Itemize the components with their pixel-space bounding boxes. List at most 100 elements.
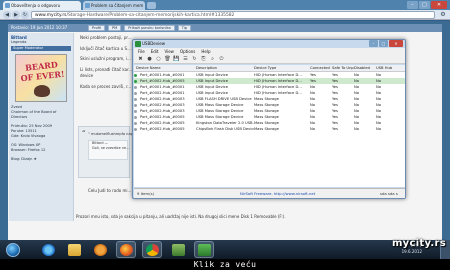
media-player-icon <box>93 243 107 256</box>
quote-block: “ “ mutomelflushmpfo napisa: Bittard — G… <box>78 126 139 178</box>
device-cell-connected: No <box>310 127 316 131</box>
column-header[interactable]: Connected <box>310 65 332 72</box>
nested-quote: Bittard — Goli, ne zvezdice ne... <box>88 140 129 160</box>
post-after-quote: Celu Judi to rado mi... <box>88 188 131 195</box>
post-bottom-text: Prozori mnu isto, sda je sakcija u pitan… <box>76 214 286 221</box>
desktop: Obaveštenja o odgovoru Problem sa čitanj… <box>0 0 450 240</box>
taskbar-usbdeview[interactable] <box>194 241 214 258</box>
device-disconnected-icon <box>134 97 137 101</box>
column-header[interactable]: USB Hub <box>376 65 402 72</box>
disconnect-icon[interactable]: ✖ <box>137 56 144 63</box>
device-row[interactable]: Port_#0002.Hub_#0005 ChipsBnk Flash Disk … <box>134 126 405 132</box>
taskbar-media-player[interactable] <box>90 241 110 258</box>
post-line: Kada se proces završi, r... <box>80 83 132 89</box>
item-count: 9 item(s) <box>137 191 155 196</box>
post-buttons: Profil PM Prikaži poruku korisnika Tip <box>88 25 192 31</box>
exit-icon[interactable]: ⏻ <box>218 56 225 63</box>
taskbar-chrome[interactable] <box>142 241 162 258</box>
device-list-header: Device Name Description Device Type Conn… <box>134 65 405 72</box>
user-blog-link[interactable]: Blog: Dizajn ★ <box>11 157 71 162</box>
close-button[interactable]: ✕ <box>431 1 447 9</box>
watermark: mycity.rs <box>391 238 446 249</box>
url-host: www.mycity.rs <box>35 13 67 18</box>
new-tab-button[interactable] <box>147 2 156 9</box>
profile-button[interactable]: Profil <box>88 25 105 31</box>
usbdeview-window-controls: – □ ✕ <box>369 40 403 47</box>
menu-file[interactable]: File <box>138 48 145 55</box>
minimize-button[interactable]: – <box>407 1 418 9</box>
browser-toolbar: ◀ ▶ ↻ www.mycity.rs/Storage-Hardware/Pro… <box>0 10 450 20</box>
device-connected-icon <box>134 73 137 77</box>
tab-label: Obaveštenja o odgovoru <box>11 3 61 8</box>
column-header[interactable]: Disabled <box>354 65 376 72</box>
pm-button[interactable]: PM <box>107 25 122 31</box>
forward-button[interactable]: ▶ <box>12 11 20 19</box>
enlarge-caption[interactable]: Klik za veću <box>0 259 450 270</box>
windows-orb-icon <box>6 242 20 257</box>
column-header[interactable]: Description <box>196 65 254 72</box>
post-line: Neki problem postoji, pr... <box>80 35 132 40</box>
disable-icon[interactable]: ○ <box>155 56 162 63</box>
close-button[interactable]: ✕ <box>389 40 403 47</box>
device-disconnected-icon <box>134 121 137 125</box>
tab-label: Problem sa čitanjem mem <box>91 3 144 8</box>
column-header[interactable]: Safe To Unplug <box>332 65 354 72</box>
device-disconnected-icon <box>134 115 137 119</box>
menu-options[interactable]: Options <box>180 48 195 55</box>
device-connected-icon <box>134 79 137 83</box>
usbdeview-icon <box>197 243 211 256</box>
avatar-text: BEARD OF EVER! <box>20 59 65 84</box>
taskbar-explorer[interactable] <box>64 241 84 258</box>
post-body: Neki problem postoji, pr... Isključi čit… <box>80 35 140 90</box>
show-posts-button[interactable]: Prikaži poruku korisnika <box>124 25 175 31</box>
post-line: Celu Judi to rado mi... <box>88 188 132 193</box>
device-cell-name: Port_#0002.Hub_#0005 <box>140 127 185 131</box>
post-date: Postavio: 19 Jun 2012 10:37 <box>11 25 68 30</box>
status-extra: sda sda s <box>380 191 398 196</box>
find-icon[interactable]: ⌕ <box>209 56 216 63</box>
menu-view[interactable]: View <box>164 48 174 55</box>
user-title-1: Legenda <box>11 40 27 44</box>
reload-button[interactable]: ↻ <box>21 11 29 19</box>
avatar: BEARD OF EVER! <box>15 54 67 102</box>
avatar-bird-icon <box>34 85 50 97</box>
properties-icon[interactable]: ☰ <box>182 56 189 63</box>
back-button[interactable]: ◀ <box>3 11 11 19</box>
enable-icon[interactable]: ● <box>146 56 153 63</box>
column-header[interactable]: Device Name <box>136 65 196 72</box>
menu-edit[interactable]: Edit <box>151 48 159 55</box>
menu-help[interactable]: Help <box>201 48 210 55</box>
internet-explorer-icon <box>41 243 55 256</box>
wrench-menu-icon[interactable]: ⚙ <box>439 11 447 19</box>
minimize-button[interactable]: – <box>369 40 378 47</box>
browser-tab-problem[interactable]: Problem sa čitanjem mem <box>83 1 145 10</box>
column-header[interactable]: Device Type <box>254 65 310 72</box>
usbdeview-titlebar[interactable]: USBDeview – □ ✕ <box>133 40 405 48</box>
refresh-icon[interactable]: ↻ <box>191 56 198 63</box>
device-disconnected-icon <box>134 109 137 113</box>
device-cell-type: Mass Storage <box>254 127 279 131</box>
delete-icon[interactable]: 🗑 <box>164 56 171 63</box>
device-disconnected-icon <box>134 127 137 131</box>
maximize-button[interactable]: □ <box>419 1 430 9</box>
chrome-icon <box>145 243 159 256</box>
taskbar-firefox[interactable] <box>116 241 136 258</box>
taskbar-photo[interactable] <box>168 241 188 258</box>
copy-icon[interactable]: ⎘ <box>200 56 207 63</box>
device-cell-safe: Yes <box>332 127 338 131</box>
favicon-icon <box>85 3 90 8</box>
start-button[interactable] <box>3 241 23 258</box>
user-info-panel: Bittard Legenda Super Moderator BEARD OF… <box>9 33 74 221</box>
browser-tab-notifications[interactable]: Obaveštenja o odgovoru <box>3 1 81 10</box>
address-bar[interactable]: www.mycity.rs/Storage-Hardware/Problem-s… <box>31 11 435 19</box>
tip-button[interactable]: Tip <box>177 25 192 31</box>
post-header: Postavio: 19 Jun 2012 10:37 Profil PM Pr… <box>8 24 442 32</box>
maximize-button[interactable]: □ <box>379 40 388 47</box>
device-cell-hub: No <box>376 127 382 131</box>
post-line: Prozori mnu isto, sda je sakcija u pitan… <box>76 214 286 219</box>
save-icon[interactable]: 💾 <box>173 56 180 63</box>
nirsoft-link[interactable]: NirSoft Freeware. http://www.nirsoft.net <box>240 189 315 199</box>
user-title-2: Super Moderator <box>11 46 71 51</box>
taskbar: 10:37 19.6.2012 <box>0 240 450 259</box>
taskbar-ie[interactable] <box>38 241 58 258</box>
